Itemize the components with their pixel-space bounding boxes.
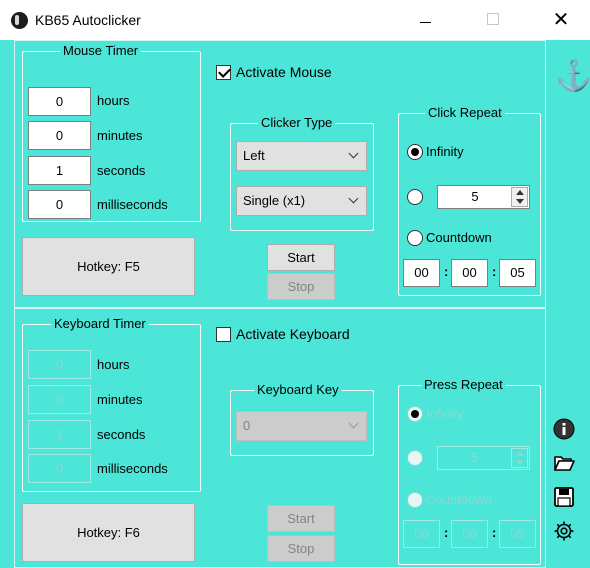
open-button[interactable] bbox=[553, 452, 575, 474]
keyboard-key-select-value: 0 bbox=[243, 418, 251, 433]
press-repeat-group: Press Repeat Infinity 5 Countdown 00 : 0… bbox=[398, 377, 541, 565]
time-separator: : bbox=[444, 525, 449, 540]
click-type-select-value: Single (x1) bbox=[243, 193, 306, 208]
mouse-milliseconds-label: milliseconds bbox=[97, 197, 168, 212]
maximize-button[interactable] bbox=[468, 4, 518, 34]
save-button[interactable] bbox=[553, 486, 575, 508]
keyboard-repeat-count-stepper[interactable]: 5 bbox=[437, 446, 530, 470]
keyboard-key-select[interactable]: 0 bbox=[236, 411, 367, 441]
infinity-label: Infinity bbox=[426, 144, 464, 159]
countdown-minutes-input[interactable]: 00 bbox=[451, 259, 488, 287]
chevron-down-icon bbox=[348, 193, 359, 204]
keyboard-key-title: Keyboard Key bbox=[254, 382, 342, 397]
keyboard-panel: Keyboard Timer 0 hours 0 minutes 1 secon… bbox=[14, 308, 546, 568]
down-arrow-icon bbox=[516, 199, 524, 204]
keyboard-hours-label: hours bbox=[97, 357, 130, 372]
click-repeat-group: Click Repeat Infinity 5 Countdown 00 : 0… bbox=[398, 105, 541, 296]
activate-keyboard-label: Activate Keyboard bbox=[236, 326, 350, 342]
minimize-icon bbox=[419, 21, 431, 23]
mouse-milliseconds-input[interactable]: 0 bbox=[28, 190, 91, 219]
activate-keyboard-checkbox[interactable] bbox=[216, 327, 231, 342]
repeat-count-value: 5 bbox=[471, 189, 479, 204]
folder-open-icon bbox=[554, 456, 575, 471]
gear-icon bbox=[554, 521, 574, 541]
down-arrow-icon bbox=[516, 460, 524, 465]
mouse-start-button[interactable]: Start bbox=[267, 244, 335, 271]
settings-button[interactable] bbox=[553, 520, 575, 542]
stepper-buttons[interactable] bbox=[511, 187, 528, 207]
mouse-panel: Mouse Timer 0 hours 0 minutes 1 seconds … bbox=[14, 40, 546, 308]
save-icon bbox=[554, 487, 574, 507]
time-separator: : bbox=[492, 525, 497, 540]
countdown-radio[interactable] bbox=[407, 230, 423, 246]
stepper-buttons[interactable] bbox=[511, 448, 528, 468]
up-arrow-icon bbox=[516, 451, 524, 456]
mouse-minutes-label: minutes bbox=[97, 128, 143, 143]
mouse-hours-input[interactable]: 0 bbox=[28, 87, 91, 116]
click-type-select[interactable]: Single (x1) bbox=[236, 186, 367, 216]
activate-mouse-label: Activate Mouse bbox=[236, 64, 332, 80]
press-repeat-title: Press Repeat bbox=[421, 377, 506, 392]
mouse-button-select[interactable]: Left bbox=[236, 141, 367, 171]
countdown-label: Countdown bbox=[426, 230, 492, 245]
keyboard-minutes-input[interactable]: 0 bbox=[28, 385, 91, 414]
time-separator: : bbox=[492, 264, 497, 279]
keyboard-hotkey-button[interactable]: Hotkey: F6 bbox=[22, 503, 195, 562]
window-title: KB65 Autoclicker bbox=[35, 12, 141, 28]
mouse-timer-group: Mouse Timer 0 hours 0 minutes 1 seconds … bbox=[22, 43, 201, 222]
repeat-count-stepper[interactable]: 5 bbox=[437, 185, 530, 209]
anchor-icon[interactable]: ⚓ bbox=[555, 62, 590, 92]
keyboard-timer-group: Keyboard Timer 0 hours 0 minutes 1 secon… bbox=[22, 316, 201, 492]
keyboard-countdown-radio[interactable] bbox=[407, 492, 423, 508]
keyboard-minutes-label: minutes bbox=[97, 392, 143, 407]
countdown-seconds-input[interactable]: 05 bbox=[499, 259, 536, 287]
click-repeat-title: Click Repeat bbox=[425, 105, 505, 120]
mouse-button-select-value: Left bbox=[243, 148, 265, 163]
clicker-type-group: Clicker Type Left Single (x1) bbox=[230, 115, 374, 231]
countdown-hours-input[interactable]: 00 bbox=[403, 259, 440, 287]
keyboard-milliseconds-label: milliseconds bbox=[97, 461, 168, 476]
repeat-count-radio[interactable] bbox=[407, 189, 423, 205]
mouse-seconds-label: seconds bbox=[97, 163, 146, 178]
info-button[interactable] bbox=[553, 418, 575, 440]
mouse-timer-title: Mouse Timer bbox=[60, 43, 142, 58]
mouse-hotkey-button[interactable]: Hotkey: F5 bbox=[22, 237, 195, 296]
up-arrow-icon bbox=[516, 190, 524, 195]
keyboard-seconds-label: seconds bbox=[97, 427, 146, 442]
keyboard-start-button[interactable]: Start bbox=[267, 505, 335, 532]
app-icon bbox=[11, 12, 28, 29]
keyboard-milliseconds-input[interactable]: 0 bbox=[28, 454, 91, 483]
mouse-stop-button[interactable]: Stop bbox=[267, 273, 335, 300]
keyboard-stop-button[interactable]: Stop bbox=[267, 535, 335, 562]
mouse-hours-label: hours bbox=[97, 93, 130, 108]
mouse-minutes-input[interactable]: 0 bbox=[28, 121, 91, 150]
keyboard-repeat-count-radio[interactable] bbox=[407, 450, 423, 466]
clicker-type-title: Clicker Type bbox=[258, 115, 336, 130]
keyboard-seconds-input[interactable]: 1 bbox=[28, 420, 91, 449]
keyboard-countdown-label: Countdown bbox=[426, 492, 492, 507]
keyboard-infinity-radio[interactable] bbox=[407, 406, 423, 422]
keyboard-repeat-count-value: 5 bbox=[471, 450, 479, 465]
chevron-down-icon bbox=[348, 418, 359, 429]
title-bar: KB65 Autoclicker ✕ bbox=[0, 0, 590, 40]
main-area: Mouse Timer 0 hours 0 minutes 1 seconds … bbox=[0, 40, 590, 568]
activate-mouse-checkbox[interactable] bbox=[216, 65, 231, 80]
close-button[interactable]: ✕ bbox=[536, 4, 586, 34]
keyboard-timer-title: Keyboard Timer bbox=[51, 316, 149, 331]
maximize-icon bbox=[487, 13, 499, 25]
chevron-down-icon bbox=[348, 148, 359, 159]
keyboard-key-group: Keyboard Key 0 bbox=[230, 382, 374, 456]
keyboard-countdown-seconds-input[interactable]: 05 bbox=[499, 520, 536, 548]
minimize-button[interactable] bbox=[400, 4, 450, 34]
keyboard-infinity-label: Infinity bbox=[426, 406, 464, 421]
infinity-radio[interactable] bbox=[407, 144, 423, 160]
keyboard-countdown-minutes-input[interactable]: 00 bbox=[451, 520, 488, 548]
info-icon bbox=[553, 418, 575, 440]
time-separator: : bbox=[444, 264, 449, 279]
keyboard-hours-input[interactable]: 0 bbox=[28, 350, 91, 379]
close-icon: ✕ bbox=[552, 8, 570, 31]
keyboard-countdown-hours-input[interactable]: 00 bbox=[403, 520, 440, 548]
mouse-seconds-input[interactable]: 1 bbox=[28, 156, 91, 185]
